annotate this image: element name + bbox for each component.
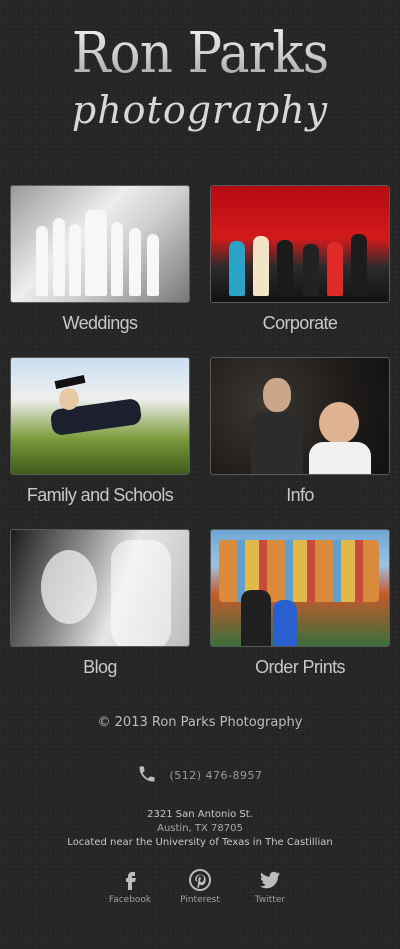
facebook-label: Facebook bbox=[108, 895, 152, 905]
copyright-text: © 2013 Ron Parks Photography bbox=[97, 715, 303, 730]
facebook-link[interactable]: Facebook bbox=[105, 868, 155, 905]
pinterest-label: Pinterest bbox=[180, 895, 220, 905]
tile-label-family-and-schools[interactable]: Family and Schools bbox=[10, 485, 190, 506]
phone-link[interactable]: (512) 476-8957 bbox=[0, 764, 400, 787]
tile-label-info[interactable]: Info bbox=[210, 485, 390, 506]
address-block: 2321 San Antonio St. Austin, TX 78705 Lo… bbox=[0, 808, 400, 850]
tile-blog[interactable]: Blog bbox=[10, 529, 190, 678]
brand-main-text: Ron Parks bbox=[16, 22, 384, 86]
phone-number[interactable]: (512) 476-8957 bbox=[169, 769, 262, 782]
phone-icon bbox=[137, 764, 157, 787]
tile-label-blog[interactable]: Blog bbox=[10, 657, 190, 678]
order-prints-thumbnail[interactable] bbox=[210, 529, 390, 647]
pinterest-icon bbox=[175, 868, 225, 892]
brand-sub-text: photography bbox=[71, 88, 329, 132]
tile-info[interactable]: Info bbox=[210, 357, 390, 506]
tile-label-order-prints[interactable]: Order Prints bbox=[210, 657, 390, 678]
facebook-icon bbox=[105, 868, 155, 892]
blog-thumbnail[interactable] bbox=[10, 529, 190, 647]
address-note: Located near the University of Texas in … bbox=[67, 837, 333, 848]
tile-label-weddings[interactable]: Weddings bbox=[10, 313, 190, 334]
corporate-thumbnail[interactable] bbox=[210, 185, 390, 303]
site-logo[interactable]: Ron Parks photography bbox=[0, 22, 400, 133]
address-city: Austin, TX 78705 bbox=[157, 823, 243, 834]
tile-family-and-schools[interactable]: Family and Schools bbox=[10, 357, 190, 506]
tile-weddings[interactable]: Weddings bbox=[10, 185, 190, 334]
tile-label-corporate[interactable]: Corporate bbox=[210, 313, 390, 334]
twitter-icon bbox=[245, 868, 295, 892]
social-links: Facebook Pinterest Twitter bbox=[0, 868, 400, 905]
tile-corporate[interactable]: Corporate bbox=[210, 185, 390, 334]
pinterest-link[interactable]: Pinterest bbox=[175, 868, 225, 905]
tile-order-prints[interactable]: Order Prints bbox=[210, 529, 390, 678]
weddings-thumbnail[interactable] bbox=[10, 185, 190, 303]
twitter-link[interactable]: Twitter bbox=[245, 868, 295, 905]
family-and-schools-thumbnail[interactable] bbox=[10, 357, 190, 475]
info-thumbnail[interactable] bbox=[210, 357, 390, 475]
twitter-label: Twitter bbox=[254, 895, 286, 905]
address-street: 2321 San Antonio St. bbox=[147, 809, 253, 820]
